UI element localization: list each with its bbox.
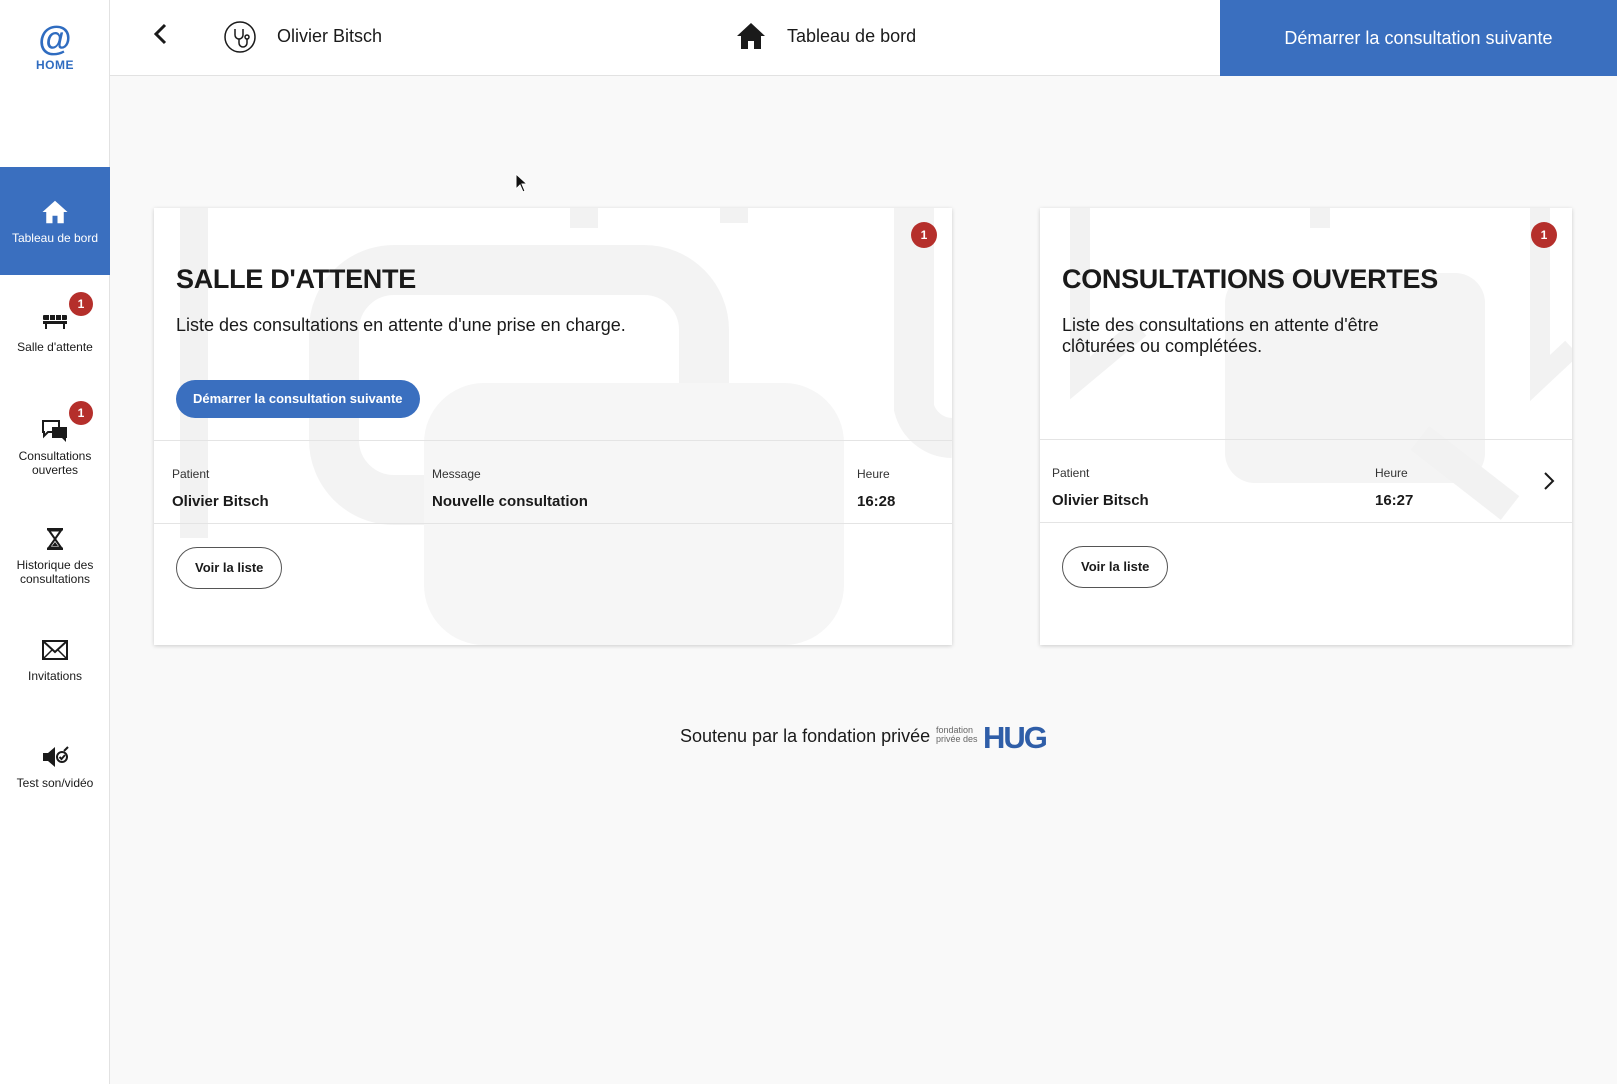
top-bar: Olivier Bitsch Tableau de bord Démarrer …: [110, 0, 1617, 76]
sidebar-item-av-test[interactable]: Test son/vidéo: [0, 712, 110, 820]
card-title: CONSULTATIONS OUVERTES: [1062, 264, 1438, 294]
sidebar-item-label: Tableau de bord: [11, 231, 99, 245]
hug-foundation-logo: fondation privée des HUG: [936, 720, 1046, 752]
hourglass-icon: [40, 524, 70, 554]
sidebar-item-dashboard[interactable]: Tableau de bord: [0, 167, 110, 275]
home-icon: [40, 197, 70, 227]
open-count-badge: 1: [69, 401, 93, 425]
sidebar-item-label: Test son/vidéo: [16, 776, 94, 790]
speaker-check-icon: [40, 742, 70, 772]
start-next-consultation-button[interactable]: Démarrer la consultation suivante: [1220, 0, 1617, 76]
waiting-count-badge: 1: [69, 292, 93, 316]
stethoscope-icon: [223, 20, 257, 54]
card-description: Liste des consultations en attente d'une…: [176, 315, 626, 335]
patient-name: Olivier Bitsch: [172, 493, 269, 510]
waiting-room-card: 1 SALLE D'ATTENTE Liste des consultation…: [154, 208, 952, 645]
consultation-time: 16:28: [857, 493, 896, 510]
sidebar-item-label: Consultations ouvertes: [18, 449, 92, 477]
envelope-icon: [40, 635, 70, 665]
svg-text:HUG: HUG: [983, 720, 1046, 752]
chevron-left-icon[interactable]: [148, 20, 172, 50]
svg-text:privée des: privée des: [936, 734, 978, 744]
logo-text: HOME: [36, 58, 74, 72]
column-header-patient: Patient: [1052, 466, 1090, 480]
home-logo[interactable]: @ HOME: [0, 20, 110, 72]
home-icon: [735, 21, 767, 51]
open-consultations-card: 1 CONSULTATIONS OUVERTES Liste des consu…: [1040, 208, 1572, 645]
chat-bubbles-icon: [40, 415, 70, 445]
open-count-badge: 1: [1531, 222, 1557, 248]
sidebar-item-invitations[interactable]: Invitations: [0, 603, 110, 711]
mouse-cursor-icon: [515, 173, 529, 193]
view-list-button[interactable]: Voir la liste: [1062, 546, 1169, 588]
column-header-time: Heure: [1375, 466, 1408, 480]
view-list-button[interactable]: Voir la liste: [176, 547, 283, 589]
footer-text: Soutenu par la fondation privée: [680, 726, 931, 746]
sidebar-item-open-consultations[interactable]: Consultations ouvertes 1: [0, 385, 110, 493]
sidebar: @ HOME Tableau de bord Salle d'attente 1: [0, 0, 110, 1084]
sidebar-item-label: Salle d'attente: [17, 340, 93, 354]
chevron-right-icon[interactable]: [1540, 470, 1558, 492]
column-header-message: Message: [432, 467, 481, 481]
logo-at-symbol: @: [38, 20, 72, 58]
sidebar-item-label: Invitations: [27, 669, 83, 683]
waiting-room-icon: [40, 306, 70, 336]
start-next-consultation-button[interactable]: Démarrer la consultation suivante: [176, 380, 420, 418]
table-row[interactable]: Patient Olivier Bitsch Heure 16:27: [1040, 439, 1572, 523]
sidebar-item-history[interactable]: Historique des consultations: [0, 494, 110, 602]
column-header-patient: Patient: [172, 467, 210, 481]
sidebar-item-label: Historique des consultations: [16, 558, 94, 586]
user-name: Olivier Bitsch: [277, 26, 383, 46]
card-title: SALLE D'ATTENTE: [176, 264, 416, 294]
waiting-count-badge: 1: [911, 222, 937, 248]
column-header-time: Heure: [857, 467, 890, 481]
patient-name: Olivier Bitsch: [1052, 492, 1149, 509]
sidebar-item-waiting-room[interactable]: Salle d'attente 1: [0, 276, 110, 384]
consultation-message: Nouvelle consultation: [432, 493, 588, 510]
card-description: Liste des consultations en attente d'êtr…: [1062, 315, 1379, 356]
page-title: Tableau de bord: [787, 26, 917, 46]
table-row[interactable]: Patient Olivier Bitsch Message Nouvelle …: [154, 440, 952, 524]
consultation-time: 16:27: [1375, 492, 1414, 509]
